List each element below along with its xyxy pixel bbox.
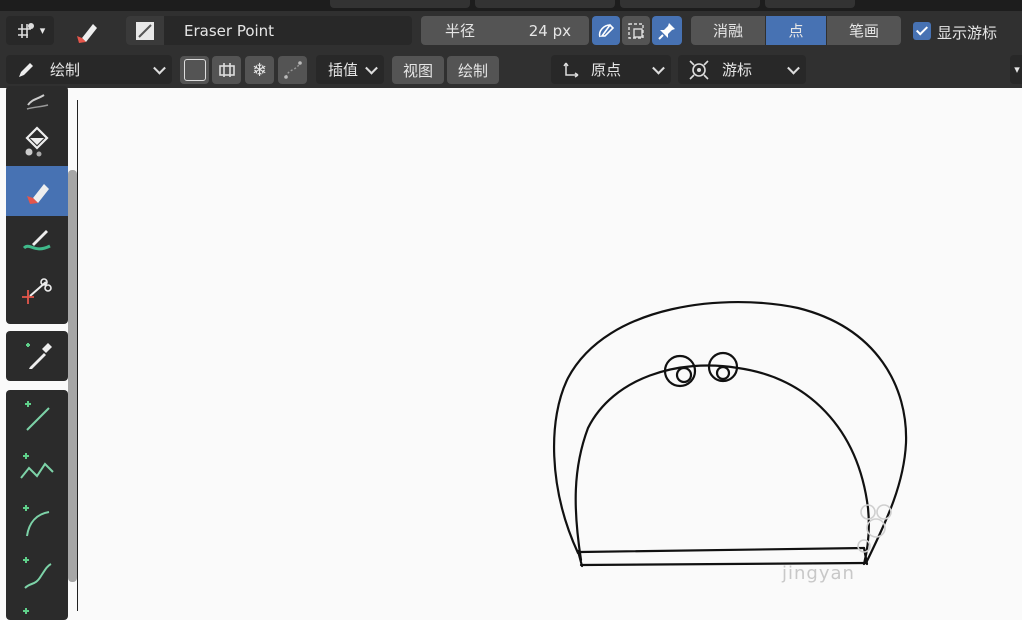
left-eye-pupil: [675, 366, 693, 384]
eraser-icon: [77, 24, 97, 43]
radius-value: 24 px: [528, 21, 571, 40]
cutter-scissors-icon: [22, 278, 52, 304]
chevron-down-icon: [787, 61, 800, 75]
drawing-canvas[interactable]: [78, 88, 1022, 611]
grease-pencil-editor-icon: [17, 22, 34, 38]
tool-group-primitives: [6, 390, 68, 620]
box-tool-button[interactable]: [6, 598, 68, 620]
tool-group-eyedropper: [6, 331, 68, 381]
interaction-mode-dropdown[interactable]: 绘制: [6, 55, 172, 84]
radius-label: 半径: [445, 22, 476, 40]
brush-preview-icon: [126, 16, 164, 45]
brush-name: Eraser Point: [184, 21, 275, 40]
interpolate-dropdown[interactable]: 插值: [316, 55, 384, 84]
mode-point-button[interactable]: 点: [766, 16, 826, 45]
overlay-dropdown[interactable]: ▾: [1010, 55, 1022, 84]
snowflake-icon: ❄: [251, 59, 268, 81]
tint-brush-icon: [22, 230, 51, 251]
pin-icon: [658, 22, 675, 40]
pressure-toggle-button[interactable]: [592, 16, 620, 45]
interaction-mode-label: 绘制: [50, 61, 81, 79]
multiframe-icon: [183, 59, 206, 81]
multiframe-button[interactable]: [180, 56, 209, 84]
show-cursor-label: 显示游标: [937, 24, 998, 42]
line-icon: [25, 401, 50, 431]
tool-settings-header: ▾ Eraser Point 半径 24 px 消融 点 笔画 显示游标: [0, 11, 1022, 51]
pressure-icon: [598, 23, 615, 37]
workspace-tab[interactable]: [475, 0, 615, 8]
stroke-select-icon: [628, 22, 644, 39]
fill-tool-button[interactable]: [6, 116, 68, 166]
pin-toggle-button[interactable]: [652, 16, 682, 45]
eyedropper-icon: [26, 343, 52, 369]
erase-tool-button[interactable]: [6, 166, 68, 216]
chevron-down-icon: [652, 61, 665, 75]
cursor-target-icon: [689, 59, 709, 80]
draw-brush-icon: [26, 94, 49, 110]
watermark-text: jingyan: [782, 563, 855, 584]
toolbar-scrollbar[interactable]: [68, 170, 77, 582]
viewport-header: 绘制 ❄ 插值 视图 绘制 原点 游标 ▾: [0, 51, 1022, 88]
eraser-tool-icon-button[interactable]: [64, 15, 108, 47]
chevron-down-icon: ▾: [39, 24, 46, 37]
eraser-icon: [27, 184, 49, 204]
fill-bucket-icon: [25, 126, 49, 157]
pivot-point-dropdown[interactable]: 原点: [551, 55, 671, 84]
cutter-tool-button[interactable]: [6, 266, 68, 316]
snap-button[interactable]: ❄: [245, 56, 274, 84]
right-eye-pupil: [715, 365, 731, 381]
base-line-top-stroke: [578, 546, 866, 554]
curve-tool-button[interactable]: [6, 546, 68, 598]
cursor-dropdown[interactable]: 游标: [678, 55, 806, 84]
curve-edit-button[interactable]: [278, 56, 307, 84]
draw-menu-button[interactable]: 绘制: [447, 56, 499, 84]
radius-field[interactable]: 半径 24 px: [421, 16, 589, 45]
window-tab-strip: [0, 0, 1022, 11]
cursor-label: 游标: [722, 61, 753, 79]
eyedropper-tool-button[interactable]: [6, 331, 68, 381]
arc-tool-button[interactable]: [6, 494, 68, 546]
chevron-down-icon: [365, 61, 378, 75]
origin-pivot-icon: [563, 62, 579, 78]
polyline-tool-button[interactable]: [6, 442, 68, 494]
pivot-point-label: 原点: [591, 61, 622, 79]
show-cursor-checkbox[interactable]: [913, 22, 931, 40]
brush-selector[interactable]: Eraser Point: [126, 16, 412, 45]
line-tool-button[interactable]: [6, 390, 68, 442]
draw-tool-button[interactable]: [6, 86, 68, 116]
editor-type-dropdown[interactable]: ▾: [6, 16, 54, 45]
mode-stroke-button[interactable]: 笔画: [827, 16, 901, 45]
mode-dissolve-button[interactable]: 消融: [691, 16, 765, 45]
autolock-button[interactable]: [212, 56, 241, 84]
tool-shelf: [0, 86, 70, 620]
polyline-icon: [20, 453, 54, 479]
curve-edit-icon: [283, 61, 302, 79]
tool-group-draw: [6, 86, 68, 324]
arc-icon: [23, 505, 50, 537]
outer-arch-stroke: [552, 300, 908, 565]
workspace-tab[interactable]: [330, 0, 470, 8]
chevron-down-icon: ▾: [1014, 63, 1020, 76]
view-menu-button[interactable]: 视图: [392, 56, 444, 84]
workspace-tab[interactable]: [620, 0, 760, 8]
add-icon: [23, 608, 29, 614]
erase-stroke-toggle-button[interactable]: [622, 16, 650, 45]
pencil-icon: [19, 62, 33, 77]
workspace-tab[interactable]: [765, 0, 855, 8]
interpolate-label: 插值: [328, 61, 359, 79]
chevron-down-icon: [153, 61, 166, 75]
curve-icon: [23, 557, 52, 589]
inner-arch-stroke: [574, 364, 870, 566]
tint-tool-button[interactable]: [6, 216, 68, 266]
lock-layers-icon: [218, 63, 235, 77]
